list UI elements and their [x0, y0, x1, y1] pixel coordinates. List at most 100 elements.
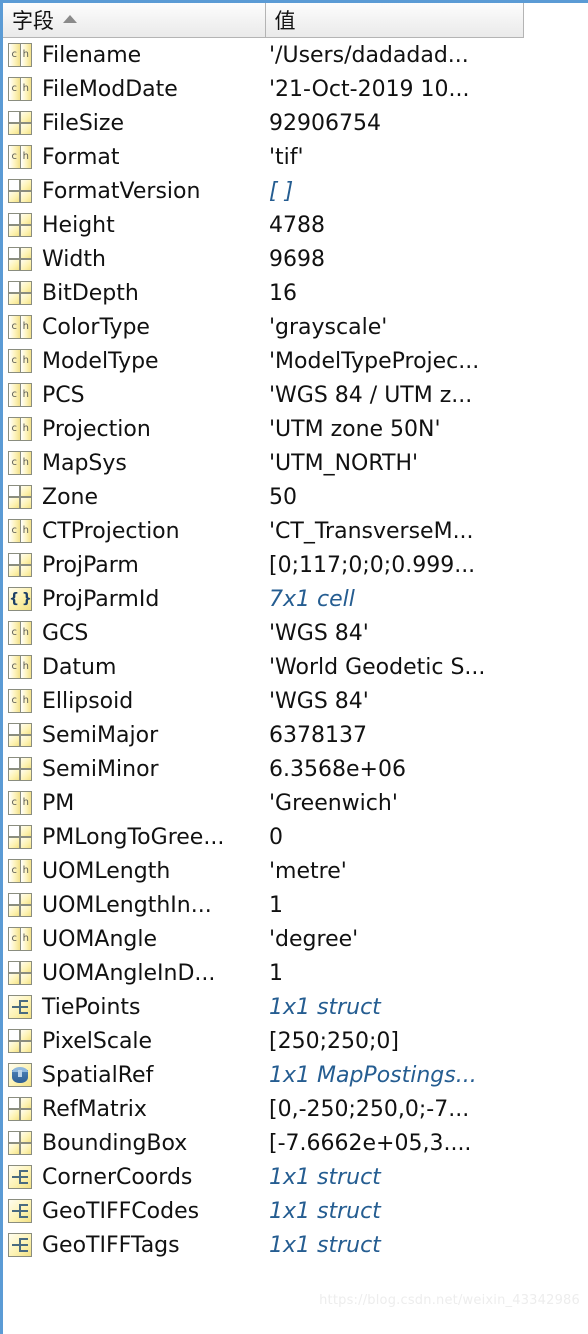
field-cell[interactable]: c h Filename: [3, 43, 266, 68]
value-cell[interactable]: 'metre': [266, 859, 588, 884]
table-row[interactable]: SemiMinor 6.3568e+06: [3, 752, 588, 786]
field-cell[interactable]: Zone: [3, 485, 266, 510]
table-row[interactable]: FormatVersion [ ]: [3, 174, 588, 208]
table-row[interactable]: CornerCoords 1x1 struct: [3, 1160, 588, 1194]
field-cell[interactable]: c h Projection: [3, 417, 266, 442]
table-row[interactable]: UOMAngleInD... 1: [3, 956, 588, 990]
value-cell[interactable]: [250;250;0]: [266, 1029, 588, 1054]
field-cell[interactable]: FormatVersion: [3, 179, 266, 204]
field-cell[interactable]: UOMLengthIn...: [3, 893, 266, 918]
field-cell[interactable]: c h UOMLength: [3, 859, 266, 884]
column-header-field[interactable]: 字段: [3, 3, 266, 37]
table-row[interactable]: c h MapSys 'UTM_NORTH': [3, 446, 588, 480]
value-cell[interactable]: 1x1 struct: [266, 1233, 588, 1258]
table-row[interactable]: FileSize 92906754: [3, 106, 588, 140]
value-cell[interactable]: 'grayscale': [266, 315, 588, 340]
field-cell[interactable]: BitDepth: [3, 281, 266, 306]
column-header-value[interactable]: 值: [266, 3, 524, 37]
field-cell[interactable]: CornerCoords: [3, 1165, 266, 1190]
table-row[interactable]: Width 9698: [3, 242, 588, 276]
field-cell[interactable]: GeoTIFFCodes: [3, 1199, 266, 1224]
field-cell[interactable]: { } ProjParmId: [3, 587, 266, 612]
value-cell[interactable]: 'UTM_NORTH': [266, 451, 588, 476]
table-row[interactable]: c h Format 'tif': [3, 140, 588, 174]
table-row[interactable]: TiePoints 1x1 struct: [3, 990, 588, 1024]
field-cell[interactable]: UOMAngleInD...: [3, 961, 266, 986]
value-cell[interactable]: '21-Oct-2019 10...: [266, 77, 588, 102]
table-row[interactable]: RefMatrix [0,-250;250,0;-7...: [3, 1092, 588, 1126]
value-cell[interactable]: 0: [266, 825, 588, 850]
value-cell[interactable]: 6.3568e+06: [266, 757, 588, 782]
value-cell[interactable]: 'WGS 84': [266, 689, 588, 714]
field-cell[interactable]: BoundingBox: [3, 1131, 266, 1156]
value-cell[interactable]: 'WGS 84 / UTM z...: [266, 383, 588, 408]
table-row[interactable]: SpatialRef 1x1 MapPostings...: [3, 1058, 588, 1092]
field-cell[interactable]: ProjParm: [3, 553, 266, 578]
value-cell[interactable]: 16: [266, 281, 588, 306]
table-row[interactable]: c h PCS 'WGS 84 / UTM z...: [3, 378, 588, 412]
table-row[interactable]: UOMLengthIn... 1: [3, 888, 588, 922]
value-cell[interactable]: 1x1 struct: [266, 1199, 588, 1224]
field-cell[interactable]: c h Format: [3, 145, 266, 170]
table-row[interactable]: c h UOMAngle 'degree': [3, 922, 588, 956]
table-row[interactable]: PMLongToGree... 0: [3, 820, 588, 854]
value-cell[interactable]: 92906754: [266, 111, 588, 136]
field-cell[interactable]: c h PM: [3, 791, 266, 816]
field-cell[interactable]: c h FileModDate: [3, 77, 266, 102]
table-row[interactable]: BoundingBox [-7.6662e+05,3....: [3, 1126, 588, 1160]
table-row[interactable]: ProjParm [0;117;0;0;0.999...: [3, 548, 588, 582]
value-cell[interactable]: [0,-250;250,0;-7...: [266, 1097, 588, 1122]
value-cell[interactable]: 1x1 struct: [266, 1165, 588, 1190]
field-cell[interactable]: PixelScale: [3, 1029, 266, 1054]
value-cell[interactable]: 50: [266, 485, 588, 510]
value-cell[interactable]: 'degree': [266, 927, 588, 952]
table-row[interactable]: c h Filename '/Users/dadadad...: [3, 38, 588, 72]
field-cell[interactable]: PMLongToGree...: [3, 825, 266, 850]
field-cell[interactable]: c h ColorType: [3, 315, 266, 340]
value-cell[interactable]: 7x1 cell: [266, 587, 588, 612]
table-row[interactable]: c h PM 'Greenwich': [3, 786, 588, 820]
table-row[interactable]: c h ColorType 'grayscale': [3, 310, 588, 344]
value-cell[interactable]: 1: [266, 961, 588, 986]
value-cell[interactable]: 'WGS 84': [266, 621, 588, 646]
value-cell[interactable]: 1: [266, 893, 588, 918]
table-row[interactable]: c h Projection 'UTM zone 50N': [3, 412, 588, 446]
field-cell[interactable]: SpatialRef: [3, 1063, 266, 1088]
field-cell[interactable]: Height: [3, 213, 266, 238]
field-cell[interactable]: RefMatrix: [3, 1097, 266, 1122]
table-row[interactable]: BitDepth 16: [3, 276, 588, 310]
field-cell[interactable]: SemiMinor: [3, 757, 266, 782]
field-cell[interactable]: GeoTIFFTags: [3, 1233, 266, 1258]
table-row[interactable]: c h CTProjection 'CT_TransverseM...: [3, 514, 588, 548]
field-cell[interactable]: c h PCS: [3, 383, 266, 408]
field-cell[interactable]: c h Datum: [3, 655, 266, 680]
table-row[interactable]: c h ModelType 'ModelTypeProjec...: [3, 344, 588, 378]
table-row[interactable]: c h Ellipsoid 'WGS 84': [3, 684, 588, 718]
value-cell[interactable]: 1x1 MapPostings...: [266, 1063, 588, 1088]
table-row[interactable]: SemiMajor 6378137: [3, 718, 588, 752]
value-cell[interactable]: 4788: [266, 213, 588, 238]
field-cell[interactable]: Width: [3, 247, 266, 272]
table-row[interactable]: GeoTIFFCodes 1x1 struct: [3, 1194, 588, 1228]
field-cell[interactable]: c h ModelType: [3, 349, 266, 374]
table-row[interactable]: c h GCS 'WGS 84': [3, 616, 588, 650]
field-cell[interactable]: c h UOMAngle: [3, 927, 266, 952]
value-cell[interactable]: 'tif': [266, 145, 588, 170]
value-cell[interactable]: 9698: [266, 247, 588, 272]
field-cell[interactable]: FileSize: [3, 111, 266, 136]
value-cell[interactable]: 'Greenwich': [266, 791, 588, 816]
value-cell[interactable]: [-7.6662e+05,3....: [266, 1131, 588, 1156]
table-row[interactable]: GeoTIFFTags 1x1 struct: [3, 1228, 588, 1262]
value-cell[interactable]: 'UTM zone 50N': [266, 417, 588, 442]
table-row[interactable]: c h UOMLength 'metre': [3, 854, 588, 888]
value-cell[interactable]: 'World Geodetic S...: [266, 655, 588, 680]
value-cell[interactable]: 'ModelTypeProjec...: [266, 349, 588, 374]
value-cell[interactable]: 'CT_TransverseM...: [266, 519, 588, 544]
value-cell[interactable]: 1x1 struct: [266, 995, 588, 1020]
value-cell[interactable]: 6378137: [266, 723, 588, 748]
field-cell[interactable]: c h GCS: [3, 621, 266, 646]
table-row[interactable]: Height 4788: [3, 208, 588, 242]
value-cell[interactable]: [ ]: [266, 179, 588, 204]
field-cell[interactable]: SemiMajor: [3, 723, 266, 748]
value-cell[interactable]: '/Users/dadadad...: [266, 43, 588, 68]
